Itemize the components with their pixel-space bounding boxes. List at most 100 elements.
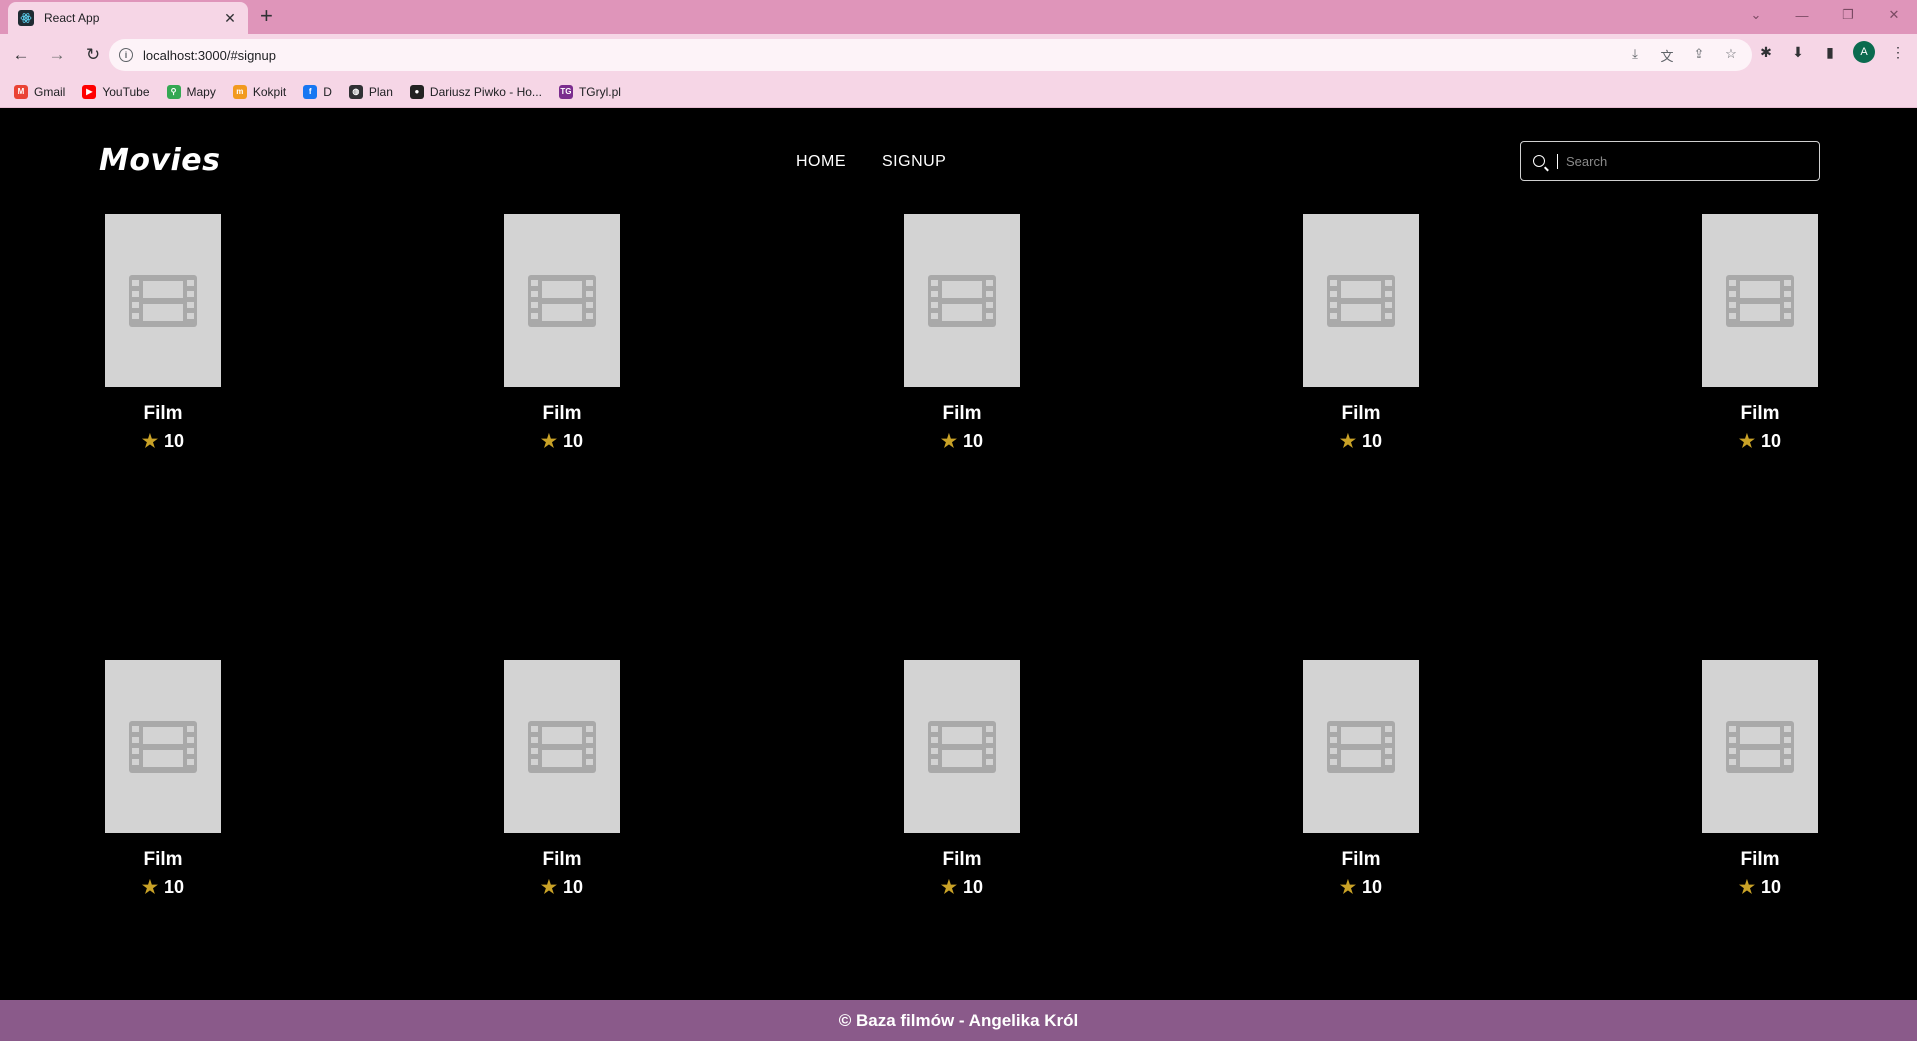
poster-placeholder[interactable] (105, 214, 221, 387)
search-icon (1533, 155, 1545, 167)
movie-card[interactable]: Film ★ 10 (1702, 214, 1818, 452)
site-info-icon[interactable]: i (119, 48, 133, 62)
film-icon (528, 720, 596, 773)
poster-placeholder[interactable] (105, 660, 221, 833)
install-app-icon[interactable]: ⤓ (1626, 46, 1644, 65)
movie-card[interactable]: Film ★ 10 (1303, 214, 1419, 452)
facebook-icon: f (303, 84, 318, 99)
minimize-icon[interactable]: — (1779, 0, 1825, 30)
poster-placeholder[interactable] (1702, 214, 1818, 387)
film-icon (928, 274, 996, 327)
globe-icon: ◍ (348, 84, 363, 99)
poster-placeholder[interactable] (1303, 214, 1419, 387)
footer-text: © Baza filmów - Angelika Król (838, 1010, 1079, 1030)
restore-icon[interactable]: ❐ (1825, 0, 1871, 30)
poster-placeholder[interactable] (904, 214, 1020, 387)
maps-icon: ⚲ (166, 84, 181, 99)
poster-placeholder[interactable] (1702, 660, 1818, 833)
bookmark-item[interactable]: m Kokpit (232, 84, 287, 99)
tgryl-icon: TG (558, 84, 573, 99)
tab-search-icon[interactable]: ⌄ (1733, 0, 1779, 30)
movie-rating: ★ 10 (541, 431, 583, 452)
film-icon (1327, 720, 1395, 773)
bookmark-label: Dariusz Piwko - Ho... (429, 84, 542, 99)
movie-rating: ★ 10 (1340, 877, 1382, 898)
star-icon: ★ (141, 877, 159, 897)
bookmark-item[interactable]: ◍ Plan (348, 84, 393, 99)
poster-placeholder[interactable] (904, 660, 1020, 833)
movie-rating: ★ 10 (941, 431, 983, 452)
tab-title: React App (44, 11, 100, 25)
movie-card[interactable]: Film ★ 10 (1702, 660, 1818, 898)
address-bar[interactable]: i localhost:3000/#signup ⤓ 文 ⇪ ☆ (109, 39, 1752, 71)
bookmark-label: Plan (368, 84, 393, 99)
bookmark-item[interactable]: ▶ YouTube (82, 84, 150, 99)
movie-rating: ★ 10 (541, 877, 583, 898)
side-panel-icon[interactable]: ▮ (1821, 44, 1839, 61)
url-text: localhost:3000/#signup (143, 47, 276, 63)
bookmark-item[interactable]: ⚲ Mapy (166, 84, 216, 99)
movie-title: Film (542, 849, 582, 870)
film-icon (129, 720, 197, 773)
star-icon: ★ (1738, 877, 1756, 897)
share-icon[interactable]: ⇪ (1690, 46, 1708, 65)
search-input[interactable] (1557, 153, 1797, 169)
movie-card[interactable]: Film ★ 10 (105, 214, 221, 452)
movie-card[interactable]: Film ★ 10 (504, 214, 620, 452)
star-icon: ★ (940, 431, 958, 451)
page-footer: © Baza filmów - Angelika Król (0, 1000, 1917, 1041)
movie-card[interactable]: Film ★ 10 (904, 214, 1020, 452)
translate-icon[interactable]: 文 (1658, 46, 1676, 65)
forward-icon[interactable]: → (42, 40, 72, 70)
bookmark-label: YouTube (102, 84, 150, 99)
poster-placeholder[interactable] (1303, 660, 1419, 833)
tab-close-icon[interactable]: ✕ (222, 10, 238, 27)
movie-card[interactable]: Film ★ 10 (504, 660, 620, 898)
rating-value: 10 (563, 431, 584, 451)
app-logo[interactable]: Movies (99, 143, 221, 178)
star-icon: ★ (1339, 431, 1357, 451)
movie-rating: ★ 10 (142, 877, 184, 898)
reload-icon[interactable]: ↻ (78, 40, 108, 70)
profile-avatar[interactable]: A (1853, 41, 1875, 63)
movie-rating: ★ 10 (941, 877, 983, 898)
film-icon (1726, 720, 1794, 773)
nav-home-link[interactable]: HOME (796, 153, 846, 171)
star-icon: ★ (1738, 431, 1756, 451)
record-icon: ● (409, 84, 424, 99)
browser-tab[interactable]: React App ✕ (8, 2, 248, 34)
rating-value: 10 (1761, 877, 1782, 897)
close-window-icon[interactable]: ✕ (1871, 0, 1917, 30)
poster-placeholder[interactable] (504, 214, 620, 387)
browser-toolbar: ← → ↻ i localhost:3000/#signup ⤓ 文 ⇪ ☆ ✱… (0, 34, 1917, 76)
bookmark-item[interactable]: TG TGryl.pl (558, 84, 621, 99)
bookmark-star-icon[interactable]: ☆ (1722, 46, 1740, 65)
movie-card[interactable]: Film ★ 10 (105, 660, 221, 898)
new-tab-icon[interactable]: + (260, 5, 273, 27)
downloads-icon[interactable]: ⬇ (1789, 44, 1807, 61)
poster-placeholder[interactable] (504, 660, 620, 833)
star-icon: ★ (1339, 877, 1357, 897)
rating-value: 10 (164, 431, 185, 451)
movie-rating: ★ 10 (1340, 431, 1382, 452)
bookmark-label: Mapy (186, 84, 216, 99)
back-icon[interactable]: ← (6, 40, 36, 70)
movie-title: Film (143, 849, 183, 870)
bookmark-item[interactable]: M Gmail (14, 84, 65, 99)
star-icon: ★ (940, 877, 958, 897)
bookmark-item[interactable]: ● Dariusz Piwko - Ho... (409, 84, 542, 99)
movie-card[interactable]: Film ★ 10 (904, 660, 1020, 898)
film-icon (1327, 274, 1395, 327)
extensions-icon[interactable]: ✱ (1757, 44, 1775, 61)
movie-title: Film (143, 403, 183, 424)
menu-icon[interactable]: ⋮ (1889, 44, 1907, 61)
bookmark-label: Kokpit (252, 84, 287, 99)
search-box[interactable] (1520, 141, 1820, 181)
bookmark-item[interactable]: fD (303, 84, 332, 99)
movie-rating: ★ 10 (1739, 431, 1781, 452)
star-icon: ★ (141, 431, 159, 451)
movie-card[interactable]: Film ★ 10 (1303, 660, 1419, 898)
nav-signup-link[interactable]: SIGNUP (882, 153, 946, 171)
movie-title: Film (942, 849, 982, 870)
main-nav: HOME SIGNUP (796, 153, 946, 171)
